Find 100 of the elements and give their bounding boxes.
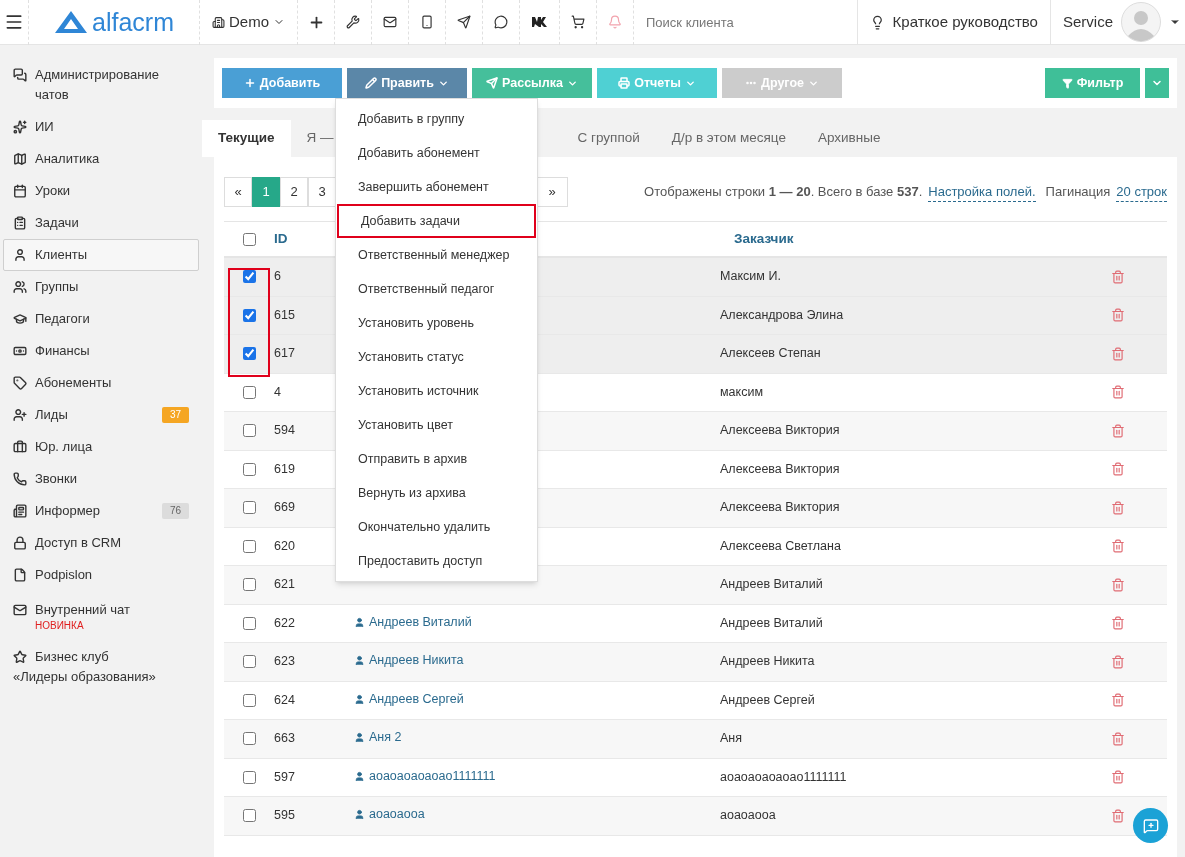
delete-button[interactable] [1111, 770, 1125, 785]
users-icon [13, 280, 27, 294]
trash-icon [1111, 616, 1125, 631]
delete-button[interactable] [1111, 539, 1125, 554]
client-link[interactable]: Андреев Виталий [354, 612, 472, 632]
customer-cell-text: Андреев Виталий [720, 576, 824, 594]
row-checkbox[interactable] [242, 693, 256, 707]
trash-icon [1111, 693, 1125, 708]
delete-button[interactable] [1111, 269, 1125, 284]
sidebar-item[interactable]: Задачи [3, 207, 199, 239]
delete-button[interactable] [1111, 616, 1125, 631]
sidebar-label: Бизнес клуб [35, 648, 110, 666]
sidebar-item[interactable]: Информер 76 [3, 495, 199, 527]
client-link[interactable]: аоаоаоаоаоао1111111 [354, 766, 496, 786]
client-link[interactable]: аоаоаооа [354, 805, 425, 825]
sidebar-item[interactable]: Администрирование чатов [3, 59, 199, 111]
sidebar-item[interactable]: Абонементы [3, 367, 199, 399]
table-row[interactable]: 623 Андреев Никита Андреев Никита [224, 643, 1167, 682]
delete-button[interactable] [1111, 423, 1125, 438]
table-row[interactable]: 663 Аня 2 Аня [224, 720, 1167, 759]
sidebar-item[interactable]: ИИ [3, 111, 199, 143]
menu-item[interactable]: Установить статус [336, 340, 537, 374]
sidebar-item[interactable]: Клиенты [3, 239, 199, 271]
sidebar-label: ИИ [35, 118, 55, 136]
select-all-checkbox[interactable] [242, 232, 256, 246]
id-cell-text: 619 [274, 460, 296, 478]
row-checkbox[interactable] [242, 462, 256, 476]
row-checkbox[interactable] [242, 308, 256, 322]
row-checkbox[interactable] [242, 770, 256, 784]
delete-button[interactable] [1111, 731, 1125, 746]
sidebar-item[interactable]: Аналитика [3, 143, 199, 175]
delete-button[interactable] [1111, 346, 1125, 361]
delete-button[interactable] [1111, 308, 1125, 323]
trash-icon [1111, 808, 1125, 823]
clipboard-icon [13, 216, 27, 230]
page-button[interactable]: 2 [280, 177, 308, 207]
sidebar-item[interactable]: Уроки [3, 175, 199, 207]
sidebar-item[interactable]: Юр. лица [3, 431, 199, 463]
row-checkbox[interactable] [242, 424, 256, 438]
sidebar-label: Доступ в CRM [35, 534, 123, 552]
trash-icon [1111, 462, 1125, 477]
sidebar-label: Финансы [35, 342, 91, 360]
row-checkbox[interactable] [242, 732, 256, 746]
toolbar-button[interactable]: Править [347, 68, 467, 98]
trash-icon [1111, 423, 1125, 438]
sparkle-icon [13, 120, 27, 134]
search-field[interactable]: Поиск клиента [634, 0, 857, 45]
sidebar-item[interactable]: Доступ в CRM [3, 527, 199, 559]
client-link[interactable]: Андреев Никита [354, 651, 464, 671]
sidebar-item[interactable]: Бизнес клуб «Лидеры образования» [3, 641, 199, 693]
table-row[interactable]: 595 аоаоаооа аоаоаооа [224, 797, 1167, 836]
sidebar-item[interactable]: Внутренний чат НОВИНКА [3, 594, 199, 638]
page-size-link[interactable]: 20 строк [1116, 181, 1167, 203]
row-checkbox[interactable] [242, 809, 256, 823]
sidebar-label: Информер [35, 502, 102, 520]
id-cell-text: 669 [274, 499, 296, 517]
sidebar-item[interactable]: Звонки [3, 463, 199, 495]
guide-button[interactable]: Краткое руководство [856, 0, 1051, 45]
row-checkbox[interactable] [242, 385, 256, 399]
tag-icon [13, 376, 27, 390]
client-link[interactable]: Андреев Сергей [354, 689, 464, 709]
row-checkbox[interactable] [242, 347, 256, 361]
column-header[interactable]: Заказчик [734, 228, 794, 250]
id-cell-text: 617 [274, 345, 296, 363]
menu-item[interactable]: Завершить абонемент [336, 170, 537, 204]
delete-button[interactable] [1111, 500, 1125, 515]
trash-icon [1111, 308, 1125, 323]
customer-cell-text: аоаоаоаоаоао1111111 [720, 768, 848, 786]
tab[interactable]: Архивные [801, 120, 897, 157]
delete-button[interactable] [1111, 577, 1125, 592]
row-checkbox[interactable] [242, 539, 256, 553]
row-checkbox[interactable] [242, 501, 256, 515]
sidebar-item[interactable]: Podpislon [3, 559, 199, 591]
row-checkbox[interactable] [242, 270, 256, 284]
row-checkbox[interactable] [242, 578, 256, 592]
column-header[interactable]: ID [274, 230, 288, 246]
row-checkbox[interactable] [242, 616, 256, 630]
delete-button[interactable] [1111, 654, 1125, 669]
customer-cell-text: аоаоаооа [720, 807, 777, 825]
delete-button[interactable] [1111, 808, 1125, 823]
page-button[interactable]: « [224, 177, 252, 207]
user-menu-button[interactable]: Service [1050, 0, 1185, 45]
sidebar-item[interactable]: Педагоги [3, 303, 199, 335]
id-cell-text: 620 [274, 537, 296, 555]
delete-button[interactable] [1111, 385, 1125, 400]
sidebar-item[interactable]: Группы [3, 271, 199, 303]
menu-item[interactable]: Добавить задачи [337, 204, 536, 238]
menu-item[interactable]: Установить источник [336, 374, 537, 408]
tab[interactable]: Д/р в этом месяце [655, 120, 802, 157]
delete-button[interactable] [1111, 462, 1125, 477]
row-checkbox[interactable] [242, 655, 256, 669]
tab[interactable]: Текущие [202, 120, 291, 157]
sidebar-item[interactable]: Финансы [3, 335, 199, 367]
client-link[interactable]: Аня 2 [354, 728, 402, 748]
sidebar-item[interactable]: Лиды 37 [3, 399, 199, 431]
id-cell-text: 624 [274, 691, 296, 709]
field-settings-link[interactable]: Настройка полей. [928, 181, 1036, 203]
delete-button[interactable] [1111, 693, 1125, 708]
branch-dropdown[interactable]: Demo [200, 0, 298, 45]
tab[interactable]: С группой [561, 120, 656, 157]
